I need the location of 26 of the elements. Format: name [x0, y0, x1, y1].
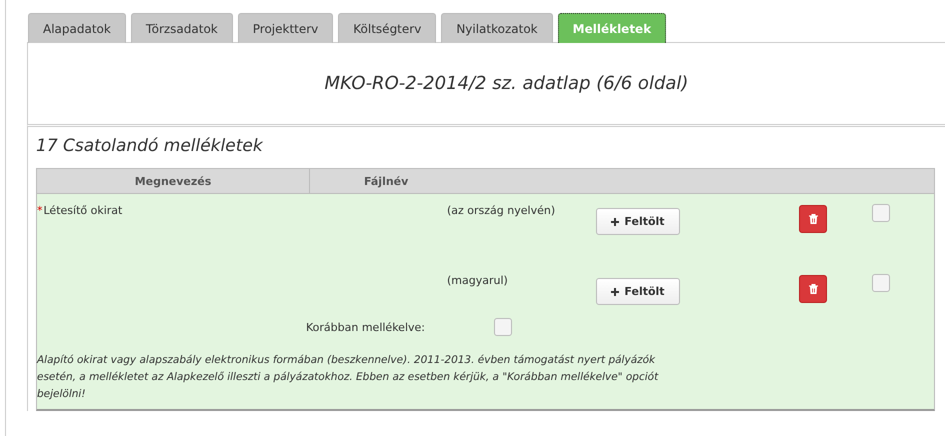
delete-button[interactable] — [799, 205, 827, 233]
checkbox[interactable] — [494, 318, 512, 336]
plus-icon — [611, 218, 620, 226]
page-title: MKO-RO-2-2014/2 sz. adatlap (6/6 oldal) — [324, 73, 688, 94]
trash-icon — [808, 284, 818, 294]
section-title: 17 Csatolandó mellékletek — [36, 136, 264, 156]
tab[interactable]: Költségterv — [338, 13, 436, 43]
file-label: (az ország nyelvén) — [447, 204, 556, 217]
checkbox[interactable] — [872, 204, 890, 222]
attachment-name: Létesítő okirat — [44, 204, 122, 217]
help-text: Alapító okirat vagy alapszabály elektronikus formában (beszkennelve). 2011-2013. évben támogatást nyert pályázók esetén, a mellékletet az Alapkezelő illeszti a pályázatokhoz. Ebben az esetben kérjük, a "Korábban mellékelve" opciót bejelölni! — [37, 353, 660, 402]
file-label: (magyarul) — [447, 274, 509, 287]
delete-button[interactable] — [799, 275, 827, 303]
tab[interactable]: Törzsadatok — [130, 13, 233, 43]
column-header: Fájlnév — [363, 174, 410, 190]
column-header: Megnevezés — [37, 169, 310, 193]
field-label: Korábban mellékelve: — [306, 320, 426, 334]
trash-icon — [808, 214, 818, 224]
plus-icon — [611, 288, 620, 296]
upload-button[interactable]: Feltölt — [596, 278, 680, 305]
tab[interactable]: Projektterv — [238, 13, 334, 43]
tab[interactable]: Alapadatok — [28, 13, 126, 43]
checkbox[interactable] — [872, 274, 890, 292]
required-mark: * — [37, 204, 42, 217]
upload-button[interactable]: Feltölt — [596, 208, 680, 235]
tab[interactable]: Nyilatkozatok — [441, 13, 553, 43]
